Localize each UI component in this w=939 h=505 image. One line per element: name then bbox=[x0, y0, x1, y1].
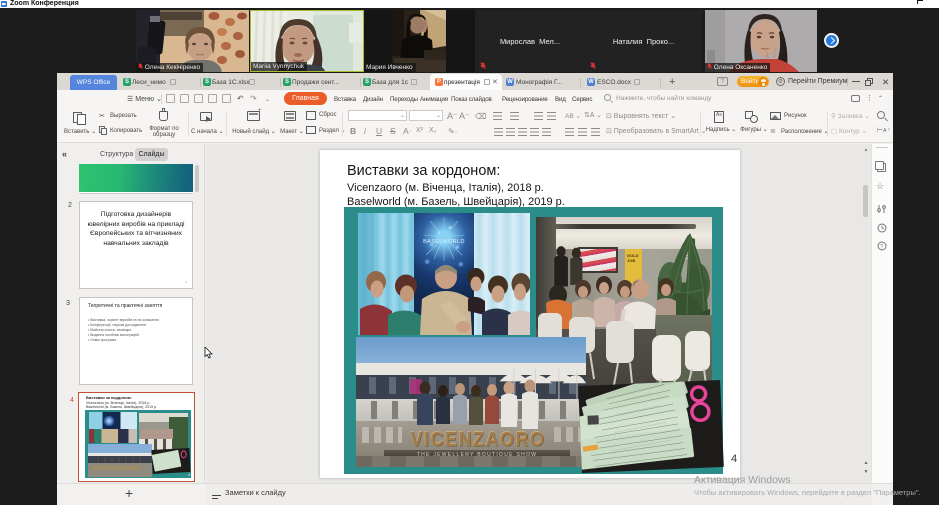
svg-text:BASELWORLD: BASELWORLD bbox=[423, 239, 465, 245]
